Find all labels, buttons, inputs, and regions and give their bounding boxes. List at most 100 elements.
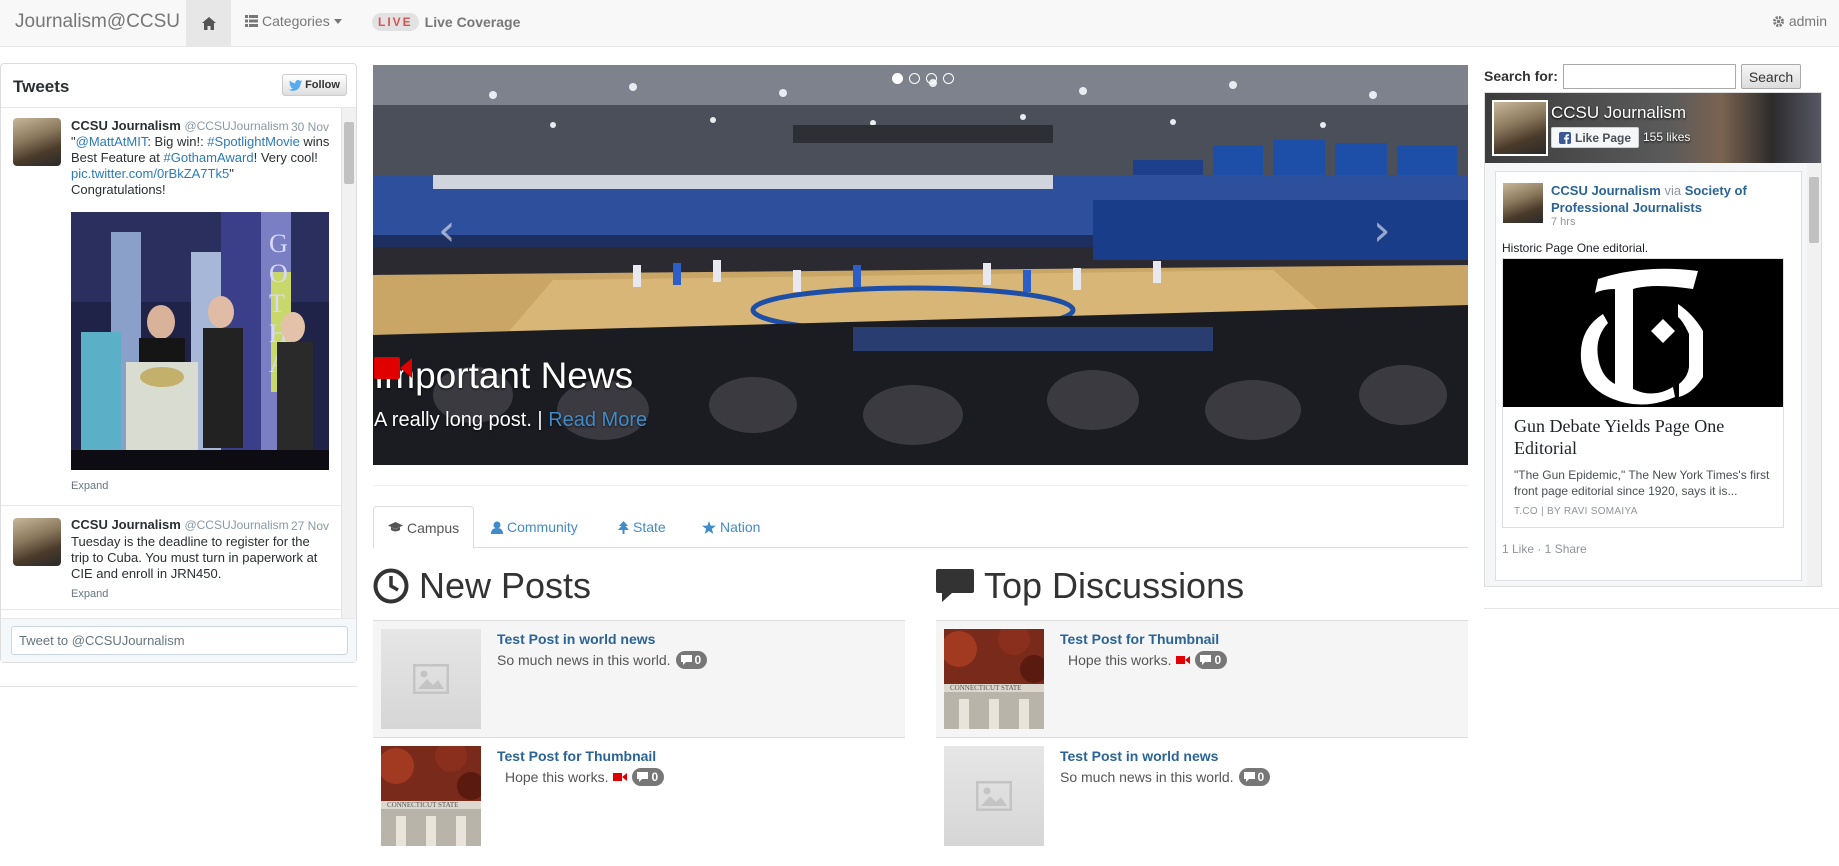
- divider: [1484, 608, 1839, 609]
- post-thumbnail[interactable]: CONNECTICUT STATE: [381, 746, 481, 846]
- facebook-scrollbar[interactable]: [1807, 163, 1821, 586]
- image-icon: [976, 781, 1012, 811]
- tweet-author-handle[interactable]: @CCSUJournalism: [184, 119, 288, 133]
- tab-campus[interactable]: Campus: [373, 506, 475, 549]
- comment-icon: [936, 569, 974, 602]
- tweet-stream-scrollbar[interactable]: [341, 108, 356, 618]
- nav-categories-dropdown[interactable]: Categories: [245, 13, 342, 29]
- avatar[interactable]: [13, 118, 61, 166]
- twitter-title: Tweets: [13, 77, 70, 96]
- read-more-link[interactable]: Read More: [548, 409, 647, 431]
- facebook-page-name[interactable]: CCSU Journalism: [1551, 103, 1686, 123]
- mention-link[interactable]: @MattAtMIT: [76, 134, 148, 149]
- section-title: New Posts: [419, 565, 592, 606]
- svg-text:CONNECTICUT STATE: CONNECTICUT STATE: [387, 801, 458, 809]
- facebook-page-widget: CCSU Journalism Like Page 155 likes CCSU…: [1484, 92, 1822, 587]
- comment-count-badge[interactable]: 0: [1195, 651, 1228, 669]
- carousel-prev-button[interactable]: ‹: [438, 205, 456, 256]
- top-navbar: Journalism@CCSU Categories LIVE Live Cov…: [0, 0, 1839, 47]
- nav-live-label: Live Coverage: [424, 14, 521, 30]
- post-thumbnail[interactable]: CONNECTICUT STATE: [944, 629, 1044, 729]
- comment-count: 0: [694, 653, 702, 667]
- home-icon: [201, 17, 216, 30]
- divider: [373, 485, 1468, 486]
- svg-text:CONNECTICUT STATE: CONNECTICUT STATE: [950, 684, 1021, 692]
- post-title-link[interactable]: Test Post for Thumbnail: [1060, 631, 1219, 647]
- live-badge: LIVE: [372, 13, 419, 31]
- tweet-expand-link[interactable]: Expand: [71, 588, 108, 600]
- tweet-expand-link[interactable]: Expand: [71, 480, 108, 492]
- avatar[interactable]: [1492, 100, 1548, 156]
- tweet-date[interactable]: 30 Nov: [291, 120, 329, 134]
- facebook-post-stats[interactable]: 1 Like · 1 Share: [1502, 542, 1587, 556]
- facebook-cover-photo[interactable]: CCSU Journalism Like Page 155 likes: [1485, 93, 1821, 163]
- nav-live-coverage[interactable]: LIVE Live Coverage: [372, 13, 520, 31]
- hashtag-link[interactable]: #SpotlightMovie: [207, 134, 300, 149]
- tweet-text: "@MattAtMIT: Big win!: #SpotlightMovie w…: [71, 134, 331, 198]
- list-icon: [245, 15, 258, 27]
- list-item[interactable]: CONNECTICUT STATE Test Post for Thumbnai…: [373, 737, 905, 854]
- facebook-icon: [1558, 131, 1571, 144]
- post-title-link[interactable]: Test Post for Thumbnail: [497, 748, 656, 764]
- gear-icon: [1772, 15, 1784, 27]
- caret-down-icon: [333, 18, 342, 24]
- tweet-date[interactable]: 27 Nov: [291, 519, 329, 533]
- carousel-indicator[interactable]: [926, 73, 937, 84]
- scrollbar-thumb[interactable]: [1809, 177, 1819, 243]
- facebook-like-page-button[interactable]: Like Page: [1551, 127, 1639, 148]
- list-item[interactable]: CONNECTICUT STATE Test Post for Thumbnai…: [936, 620, 1468, 737]
- hashtag-link[interactable]: #GothamAward: [164, 150, 254, 165]
- post-excerpt-text: Hope this works.: [1068, 652, 1172, 668]
- pic-link[interactable]: pic.twitter.com/0rBkZA7Tk5: [71, 166, 229, 181]
- carousel-indicator[interactable]: [892, 73, 903, 84]
- facebook-post-text: Historic Page One editorial.: [1502, 241, 1649, 255]
- carousel-subtitle: A really long post. |: [374, 409, 543, 431]
- nav-admin-link[interactable]: admin: [1772, 13, 1827, 29]
- carousel-indicator[interactable]: [909, 73, 920, 84]
- tweet-photo[interactable]: G O T H A: [71, 212, 329, 470]
- tweet-text: Tuesday is the deadline to register for …: [71, 534, 318, 581]
- comment-count-badge[interactable]: 0: [675, 651, 708, 669]
- comment-count-badge[interactable]: 0: [1238, 768, 1271, 786]
- post-title-link[interactable]: Test Post in world news: [497, 631, 655, 647]
- carousel-image: [373, 65, 1468, 465]
- comment-icon: [1200, 655, 1212, 665]
- new-posts-heading: New Posts: [373, 565, 591, 607]
- post-thumbnail-placeholder[interactable]: [381, 629, 481, 729]
- tab-state[interactable]: State: [604, 506, 680, 548]
- tweet-author-handle[interactable]: @CCSUJournalism: [184, 518, 288, 532]
- list-item[interactable]: Test Post in world news So much news in …: [373, 620, 905, 737]
- facebook-post-via: via: [1664, 183, 1682, 198]
- tweet-to-input[interactable]: Tweet to @CCSUJournalism: [11, 626, 348, 655]
- list-item[interactable]: Test Post in world news So much news in …: [936, 737, 1468, 854]
- post-title-link[interactable]: Test Post in world news: [1060, 748, 1218, 764]
- carousel-indicator[interactable]: [943, 73, 954, 84]
- twitter-follow-button[interactable]: Follow: [282, 74, 347, 96]
- comment-count: 0: [1257, 770, 1265, 784]
- tweet-author-name[interactable]: CCSU Journalism: [71, 118, 181, 133]
- search-button[interactable]: Search: [1741, 64, 1801, 89]
- facebook-card-title[interactable]: Gun Debate Yields Page One Editorial: [1514, 415, 1774, 459]
- search-label: Search for:: [1484, 68, 1558, 84]
- tweet-text-part: ! Very cool!: [253, 150, 318, 165]
- avatar[interactable]: [13, 518, 61, 566]
- tab-nation[interactable]: Nation: [688, 506, 774, 548]
- tweet-text-part: : Big win!:: [147, 134, 208, 149]
- avatar[interactable]: [1503, 183, 1543, 223]
- nav-home[interactable]: [186, 0, 231, 47]
- facebook-post-author[interactable]: CCSU Journalism: [1551, 183, 1661, 198]
- post-excerpt: Hope this works. 0: [505, 768, 665, 786]
- brand-link[interactable]: Journalism@CCSU: [15, 11, 180, 33]
- news-carousel[interactable]: ‹ › Important News A really long post. |…: [373, 65, 1468, 465]
- carousel-next-button[interactable]: ›: [1373, 205, 1391, 256]
- search-input[interactable]: [1563, 64, 1736, 89]
- tweet-author-name[interactable]: CCSU Journalism: [71, 517, 181, 532]
- post-thumbnail-placeholder[interactable]: [944, 746, 1044, 846]
- facebook-card-description: "The Gun Epidemic," The New York Times's…: [1514, 468, 1770, 498]
- facebook-link-card[interactable]: Gun Debate Yields Page One Editorial "Th…: [1502, 258, 1784, 528]
- tab-community[interactable]: Community: [477, 506, 592, 548]
- facebook-like-label: Like Page: [1574, 130, 1632, 145]
- scrollbar-thumb[interactable]: [344, 122, 354, 184]
- comment-count-badge[interactable]: 0: [632, 768, 665, 786]
- facebook-post-time[interactable]: 7 hrs: [1551, 216, 1575, 228]
